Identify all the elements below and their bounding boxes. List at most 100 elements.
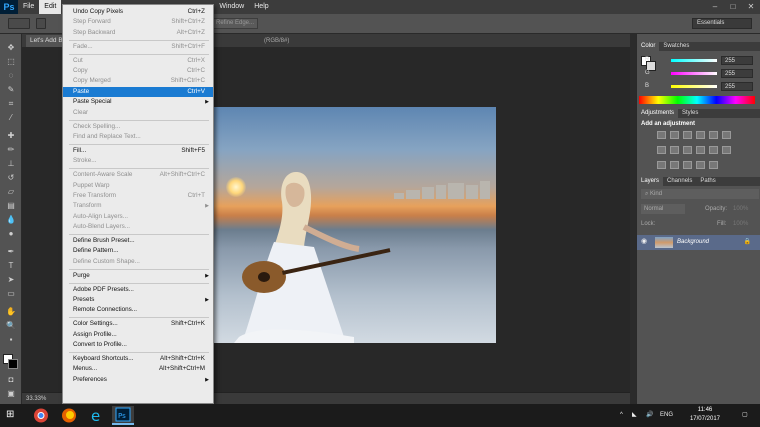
tab-color[interactable]: Color [637,42,660,51]
menu-item-remote-connections[interactable]: Remote Connections... [63,305,213,315]
menu-item-define-brush-preset[interactable]: Define Brush Preset... [63,236,213,246]
hue-saturation-icon[interactable] [657,146,666,154]
curves-icon[interactable] [683,131,692,139]
tab-channels[interactable]: Channels [663,177,696,186]
document-photo[interactable] [214,107,496,343]
firefox-taskbar-icon[interactable] [58,406,80,425]
menu-help[interactable]: Help [249,0,273,14]
menu-file[interactable]: File [18,0,39,14]
opacity-value[interactable]: 100% [733,204,748,214]
minimize-icon[interactable]: – [706,0,724,14]
channel-mixer-icon[interactable] [709,146,718,154]
menu-window[interactable]: Window [214,0,249,14]
chrome-taskbar-icon[interactable] [30,406,52,425]
menu-item-keyboard-shortcuts[interactable]: Keyboard Shortcuts... Alt+Shift+Ctrl+K [63,354,213,364]
windows-start-icon[interactable]: ⊞ [6,409,18,421]
history-brush-tool-icon[interactable]: ↺ [5,172,17,183]
vibrance-icon[interactable] [709,131,718,139]
menu-item-define-pattern[interactable]: Define Pattern... [63,246,213,256]
blur-tool-icon[interactable]: 💧 [5,214,17,225]
photo-filter-icon[interactable] [696,146,705,154]
refine-edge-button[interactable]: Refine Edge... [212,18,258,29]
threshold-icon[interactable] [683,161,692,169]
menu-item-preferences[interactable]: Preferences ▶ [63,375,213,385]
move-tool-icon[interactable]: ✥ [5,42,17,53]
zoom-tool-icon[interactable]: 🔍 [5,320,17,331]
quick-mask-icon[interactable]: ◘ [5,374,17,385]
photoshop-taskbar-icon[interactable]: Ps [112,406,134,425]
default-colors-icon[interactable]: ▪ [5,334,17,345]
screen-mode-icon[interactable]: ▣ [5,388,17,399]
network-icon[interactable]: ◣ [632,404,637,427]
color-lookup-icon[interactable] [722,146,731,154]
menu-item-menus[interactable]: Menus... Alt+Shift+Ctrl+M [63,364,213,374]
menu-item-undo-copy-pixels[interactable]: Undo Copy Pixels Ctrl+Z [63,7,213,17]
menu-item-assign-profile[interactable]: Assign Profile... [63,330,213,340]
shape-tool-icon[interactable]: ▭ [5,288,17,299]
language-indicator[interactable]: ENG [660,404,673,427]
slider-green[interactable]: G 255 [641,69,759,78]
menu-item-convert-to-profile[interactable]: Convert to Profile... [63,340,213,350]
close-icon[interactable]: ✕ [742,0,760,14]
selective-color-icon[interactable] [696,161,705,169]
blue-slider-track[interactable] [671,85,717,88]
maximize-icon[interactable]: □ [724,0,742,14]
menu-edit[interactable]: Edit [39,0,62,14]
gradient-tool-icon[interactable]: ▤ [5,200,17,211]
gradient-map-icon[interactable] [722,131,731,139]
color-balance-icon[interactable] [670,146,679,154]
lasso-preset-icon[interactable] [8,18,30,29]
menu-item-paste-special[interactable]: Paste Special ▶ [63,97,213,107]
workspace-select[interactable]: Essentials [692,18,752,29]
background-color-swatch[interactable] [8,359,18,369]
gradient-fill-icon[interactable] [709,161,718,169]
value-g[interactable]: 255 [721,69,753,78]
red-slider-track[interactable] [671,59,717,62]
volume-icon[interactable]: 🔊 [646,404,653,427]
green-slider-track[interactable] [671,72,717,75]
tab-paths[interactable]: Paths [696,177,719,186]
clone-stamp-tool-icon[interactable]: ⊥ [5,158,17,169]
quick-select-tool-icon[interactable]: ✎ [5,84,17,95]
eraser-tool-icon[interactable]: ▱ [5,186,17,197]
tray-up-icon[interactable]: ^ [620,404,623,427]
menu-item-paste[interactable]: Paste Ctrl+V [63,86,213,98]
marquee-tool-icon[interactable]: ⬚ [5,56,17,67]
pen-tool-icon[interactable]: ✒ [5,246,17,257]
invert-icon[interactable] [657,161,666,169]
healing-brush-tool-icon[interactable]: ✚ [5,130,17,141]
taskbar-clock[interactable]: 11:46 17/07/2017 [690,406,720,424]
blend-mode-select[interactable]: Normal [641,204,685,214]
exposure-icon[interactable] [696,131,705,139]
value-r[interactable]: 255 [721,56,753,65]
type-tool-icon[interactable]: T [5,260,17,271]
dodge-tool-icon[interactable]: ● [5,228,17,239]
posterize-icon[interactable] [670,161,679,169]
black-white-icon[interactable] [683,146,692,154]
brightness-contrast-icon[interactable] [657,131,666,139]
levels-icon[interactable] [670,131,679,139]
crop-tool-icon[interactable]: ⌗ [5,98,17,109]
hand-tool-icon[interactable]: ✋ [5,306,17,317]
menu-item-adobe-pdf-presets[interactable]: Adobe PDF Presets... [63,285,213,295]
layer-filter-kind[interactable]: ⌕ Kind [641,189,759,199]
eyedropper-tool-icon[interactable]: ⁄ [5,112,17,123]
tab-swatches[interactable]: Swatches [659,42,693,51]
tab-adjustments[interactable]: Adjustments [637,109,679,118]
color-spectrum[interactable] [639,96,755,104]
value-b[interactable]: 255 [721,82,753,91]
selection-mode-icon[interactable] [36,18,46,29]
layer-background[interactable]: ◉ Background 🔒 [637,235,760,250]
visibility-eye-icon[interactable]: ◉ [641,238,649,246]
menu-item-fill[interactable]: Fill... Shift+F5 [63,146,213,156]
menu-item-presets[interactable]: Presets ▶ [63,295,213,305]
path-selection-tool-icon[interactable]: ➤ [5,274,17,285]
tab-styles[interactable]: Styles [678,109,702,118]
brush-tool-icon[interactable]: ✏ [5,144,17,155]
fill-value[interactable]: 100% [733,219,748,229]
notifications-icon[interactable]: ▢ [742,404,748,427]
tab-layers[interactable]: Layers [637,177,664,186]
slider-blue[interactable]: B 255 [641,82,759,91]
menu-item-purge[interactable]: Purge ▶ [63,271,213,281]
internet-explorer-taskbar-icon[interactable]: e [86,406,108,425]
